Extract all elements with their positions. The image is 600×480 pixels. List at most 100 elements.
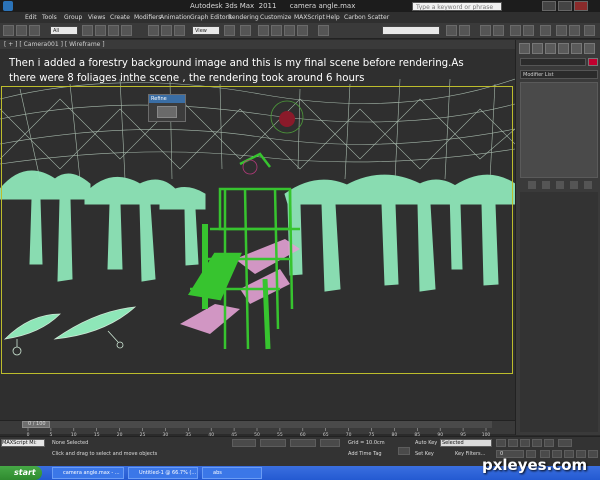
- time-slider-label: 0 / 100: [28, 421, 46, 427]
- minimize-icon[interactable]: [542, 1, 556, 11]
- add-time-tag-button[interactable]: Add Time Tag: [348, 451, 382, 457]
- track-bar-ruler[interactable]: 0 5 10 15 20 25 30 35 40 45 50 55 60 65 70 75 80 85 90 95 10…: [22, 428, 492, 436]
- next-frame-icon[interactable]: [532, 439, 542, 447]
- caption-line-1: Then i added a forestry background image…: [9, 58, 464, 69]
- make-unique-icon[interactable]: [556, 181, 564, 189]
- modifier-list-select[interactable]: Modifier List: [520, 70, 598, 79]
- display-tab-icon[interactable]: [571, 43, 582, 54]
- render-production-icon[interactable]: [584, 25, 595, 36]
- window-crossing-icon[interactable]: [121, 25, 132, 36]
- configure-sets-icon[interactable]: [584, 181, 592, 189]
- menu-carbon-scatter[interactable]: Carbon Scatter: [344, 14, 389, 21]
- go-to-start-icon[interactable]: [496, 439, 506, 447]
- grid-size: Grid = 10.0cm: [348, 440, 385, 446]
- show-end-result-icon[interactable]: [542, 181, 550, 189]
- align-icon[interactable]: [459, 25, 470, 36]
- graphite-ribbon-icon[interactable]: [493, 25, 504, 36]
- menu-maxscript[interactable]: MAXScript: [294, 14, 325, 21]
- undo-icon[interactable]: [3, 25, 14, 36]
- menu-views[interactable]: Views: [88, 14, 105, 21]
- viewport-lower-area: [0, 375, 515, 420]
- move-icon[interactable]: [148, 25, 159, 36]
- play-icon[interactable]: [520, 439, 530, 447]
- motion-tab-icon[interactable]: [558, 43, 569, 54]
- menu-customize[interactable]: Customize: [260, 14, 292, 21]
- z-coordinate-field[interactable]: [320, 439, 340, 447]
- menu-edit[interactable]: Edit: [25, 14, 37, 21]
- percent-snap-icon[interactable]: [284, 25, 295, 36]
- pivot-icon[interactable]: [224, 25, 235, 36]
- menu-modifiers[interactable]: Modifiers: [134, 14, 161, 21]
- menu-help[interactable]: Help: [326, 14, 340, 21]
- menu-create[interactable]: Create: [110, 14, 130, 21]
- maximize-viewport-icon[interactable]: [588, 450, 598, 458]
- refine-button[interactable]: [157, 106, 177, 118]
- object-color-swatch[interactable]: [588, 58, 598, 66]
- modifier-stack[interactable]: [520, 82, 598, 178]
- create-tab-icon[interactable]: [519, 43, 530, 54]
- taskbar-item-3dsmax[interactable]: camera angle.max - ...: [52, 467, 124, 479]
- material-editor-icon[interactable]: [540, 25, 551, 36]
- go-to-end-icon[interactable]: [544, 439, 554, 447]
- viewport-label[interactable]: [ + ] [ Camera001 ] [ Wireframe ]: [4, 41, 105, 48]
- refine-panel-title[interactable]: Refine: [149, 95, 185, 103]
- mirror-icon[interactable]: [446, 25, 457, 36]
- key-mode-toggle-icon[interactable]: [558, 439, 572, 447]
- object-name-field[interactable]: [520, 58, 586, 66]
- close-icon[interactable]: [574, 1, 588, 11]
- menu-bar: Edit Tools Group Views Create Modifiers …: [0, 12, 600, 23]
- named-selection-icon[interactable]: [318, 25, 329, 36]
- scale-icon[interactable]: [174, 25, 185, 36]
- modify-tab-icon[interactable]: [532, 43, 543, 54]
- pin-stack-icon[interactable]: [528, 181, 536, 189]
- rotate-icon[interactable]: [161, 25, 172, 36]
- angle-snap-icon[interactable]: [271, 25, 282, 36]
- menu-tools[interactable]: Tools: [42, 14, 57, 21]
- named-selection-sets-select[interactable]: [382, 26, 440, 35]
- set-key-button[interactable]: Set Key: [415, 451, 434, 457]
- reference-coordinate-select[interactable]: View: [192, 26, 220, 35]
- command-panel-body: [520, 192, 598, 432]
- app-logo-icon[interactable]: [3, 1, 13, 11]
- y-coordinate-field[interactable]: [290, 439, 316, 447]
- layer-manager-icon[interactable]: [480, 25, 491, 36]
- lock-selection-toggle[interactable]: [232, 439, 256, 447]
- caption-line-2: there were 8 foliages inthe scene , the …: [9, 73, 365, 84]
- spinner-snap-icon[interactable]: [297, 25, 308, 36]
- select-by-name-icon[interactable]: [95, 25, 106, 36]
- menu-animation[interactable]: Animation: [160, 14, 191, 21]
- taskbar-item-photoshop[interactable]: Untitled-1 @ 66.7% (...: [128, 467, 198, 479]
- key-filters-button[interactable]: Key Filters...: [455, 451, 485, 457]
- time-slider[interactable]: [22, 421, 492, 428]
- snaps-toggle-icon[interactable]: [258, 25, 269, 36]
- menu-group[interactable]: Group: [64, 14, 82, 21]
- auto-key-button[interactable]: Auto Key: [415, 440, 437, 446]
- render-setup-icon[interactable]: [556, 25, 567, 36]
- hierarchy-tab-icon[interactable]: [545, 43, 556, 54]
- key-icon[interactable]: [398, 447, 410, 455]
- select-manipulate-icon[interactable]: [240, 25, 251, 36]
- schematic-view-icon[interactable]: [523, 25, 534, 36]
- menu-graph-editors[interactable]: Graph Editors: [190, 14, 231, 21]
- select-object-icon[interactable]: [82, 25, 93, 36]
- key-mode-value: Selected: [442, 440, 464, 446]
- curve-editor-icon[interactable]: [510, 25, 521, 36]
- selection-filter-select[interactable]: All: [50, 26, 78, 35]
- rectangle-region-icon[interactable]: [108, 25, 119, 36]
- start-button[interactable]: start: [0, 466, 42, 480]
- remove-modifier-icon[interactable]: [570, 181, 578, 189]
- utilities-tab-icon[interactable]: [584, 43, 595, 54]
- window-title: Autodesk 3ds Max 2011 camera angle.max: [190, 2, 356, 10]
- menu-rendering[interactable]: Rendering: [228, 14, 259, 21]
- previous-frame-icon[interactable]: [508, 439, 518, 447]
- command-panel: Modifier List: [515, 40, 600, 435]
- search-input[interactable]: Type a keyword or phrase: [412, 2, 502, 11]
- maximize-icon[interactable]: [558, 1, 572, 11]
- rendered-frame-window-icon[interactable]: [569, 25, 580, 36]
- maxscript-label: MAXScript Mi:: [2, 440, 37, 446]
- x-coordinate-field[interactable]: [260, 439, 286, 447]
- taskbar-item-folder[interactable]: abs: [202, 467, 262, 479]
- redo-icon[interactable]: [16, 25, 27, 36]
- refine-floating-panel[interactable]: Refine: [148, 94, 186, 122]
- link-icon[interactable]: [29, 25, 40, 36]
